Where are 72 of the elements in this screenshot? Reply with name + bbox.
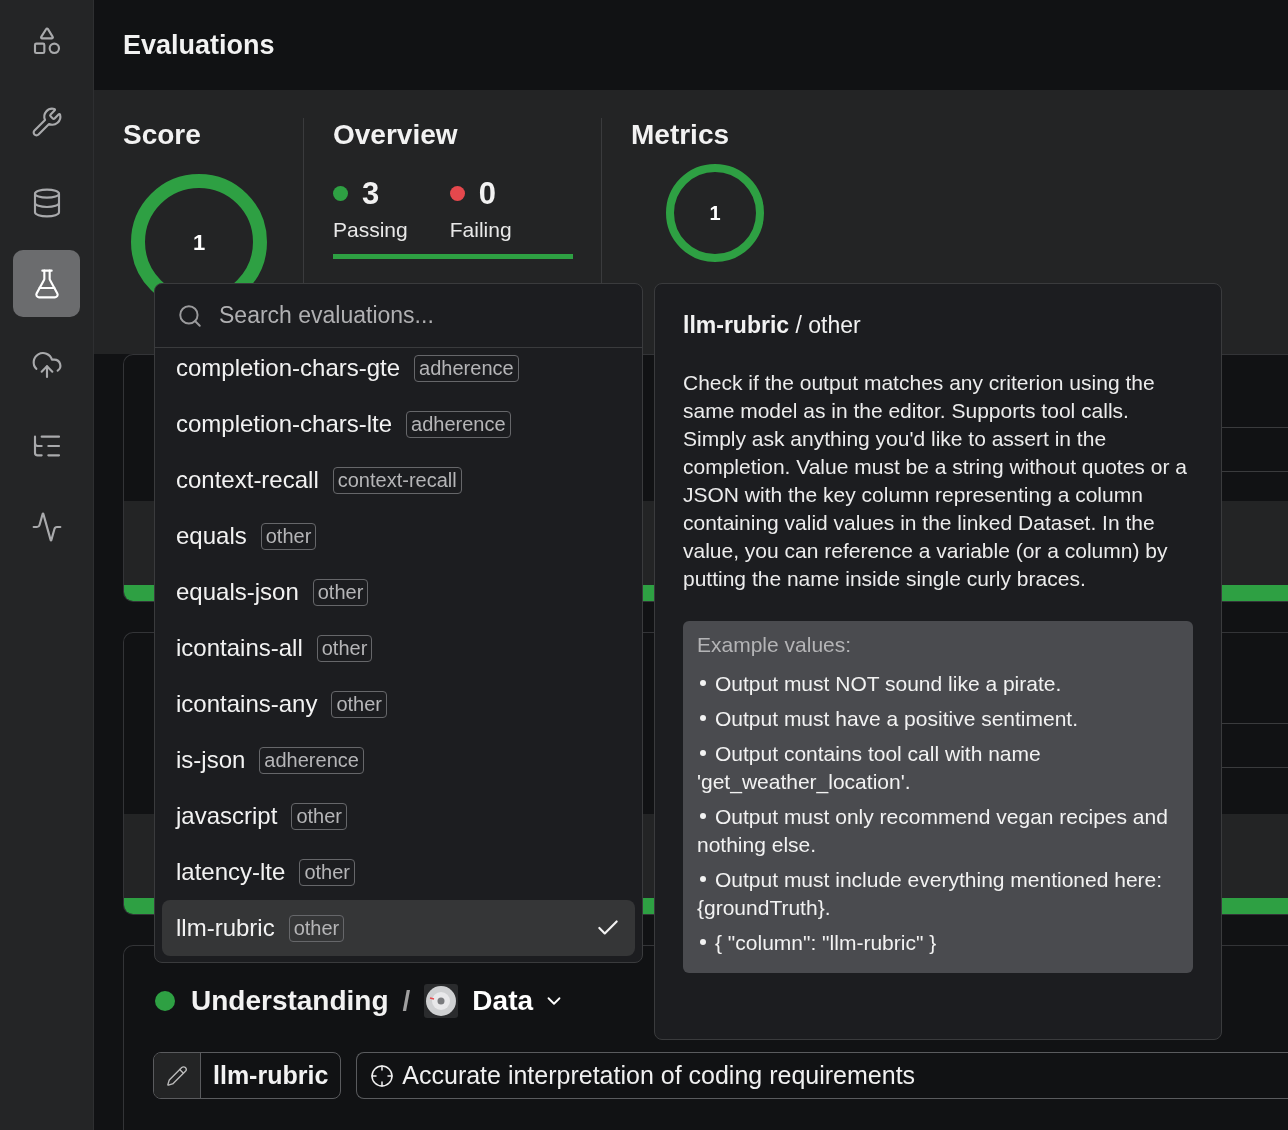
score-title: Score xyxy=(123,118,202,152)
evaluation-name: is-json xyxy=(176,746,246,774)
bullet-icon xyxy=(700,715,706,722)
evaluation-option[interactable]: context-recall context-recall xyxy=(162,452,635,508)
overview-title: Overview xyxy=(333,118,459,152)
category-tag: other xyxy=(291,802,347,830)
pencil-icon xyxy=(166,1064,188,1087)
evaluation-name: icontains-any xyxy=(176,690,318,718)
metrics-ring: 1 xyxy=(664,161,766,264)
evaluation-option[interactable]: completion-chars-lte adherence xyxy=(162,396,635,452)
category-tag: other xyxy=(299,858,355,886)
search-field[interactable]: Search evaluations... xyxy=(217,301,642,330)
evaluation-name: latency-lte xyxy=(176,858,286,886)
criterion-text: Accurate interpretation of coding requirements xyxy=(402,1061,916,1090)
example-item: Output must only recommend vegan recipes and nothing else. xyxy=(697,804,1169,858)
example-item: Output contains tool call with name 'get_weather_location'. xyxy=(697,741,1042,796)
stat-label: Passing xyxy=(333,217,408,242)
category-tag: other xyxy=(312,578,369,606)
example-item: Output must include everything mentioned here: {groundTruth}. xyxy=(697,867,1164,921)
example-item: { "column": "llm-rubric" } xyxy=(697,929,1179,957)
breadcrumb-separator: / xyxy=(402,985,411,1017)
stat-label: Failing xyxy=(449,217,512,242)
evaluation-option[interactable]: equals-json other xyxy=(162,564,635,620)
evaluation-name: javascript xyxy=(176,802,278,830)
stat-count: 0 xyxy=(478,175,496,212)
category-tag: adherence xyxy=(259,746,364,774)
bullet-icon xyxy=(700,939,706,946)
disc-icon xyxy=(424,984,459,1018)
criterion-field[interactable]: Accurate interpretation of coding requirements xyxy=(356,1052,1288,1099)
category-tag: other xyxy=(288,914,345,942)
evaluation-option[interactable]: icontains-all other xyxy=(162,620,635,676)
example-item: Output must NOT sound like a pirate. xyxy=(697,670,1179,698)
evaluation-name: completion-chars-gte xyxy=(176,354,401,382)
bullet-icon xyxy=(700,876,706,883)
stat-count: 3 xyxy=(362,175,380,212)
example-item: Output must have a positive sentiment. xyxy=(697,705,1179,733)
page-title: Evaluations xyxy=(123,29,275,61)
wrench-icon xyxy=(30,105,63,138)
evaluator-name: llm-rubric xyxy=(212,1060,330,1091)
category-tag: context-recall xyxy=(332,466,462,494)
category-tag: other xyxy=(331,690,387,718)
evaluation-name: completion-chars-lte xyxy=(176,410,393,438)
edit-button[interactable] xyxy=(154,1053,201,1098)
evaluation-option[interactable]: icontains-any other xyxy=(162,676,635,732)
search-icon xyxy=(177,302,203,329)
category-tag: adherence xyxy=(414,354,519,382)
examples-label: Example values: xyxy=(697,633,853,657)
bullet-icon xyxy=(700,680,706,687)
bullet-icon xyxy=(700,813,706,820)
category-tag: adherence xyxy=(406,410,511,438)
evaluation-name: icontains-all xyxy=(176,634,303,662)
category-tag: other xyxy=(260,522,317,550)
evaluation-name: llm-rubric xyxy=(176,914,275,942)
evaluation-name: equals-json xyxy=(176,578,299,606)
detail-title: llm-rubric / other xyxy=(683,312,862,339)
detail-description: Check if the output matches any criterion using the same model as in the editor. Supports tool calls. Simply ask anything you'd like to assert in the completion. Value must be a string without quotes or a JSON with the key column representing a column containing valid values in the linked Dataset. In the value, you can reference a variable (or a column) by putting the name inside single curly braces. xyxy=(683,370,1188,592)
evaluation-name: context-recall xyxy=(176,466,319,494)
crosshair-icon xyxy=(370,1063,395,1088)
group-title: Understanding xyxy=(191,985,389,1017)
dataset-dropdown[interactable]: Data xyxy=(472,985,566,1017)
evaluation-option[interactable]: is-json adherence xyxy=(162,732,635,788)
evaluation-option[interactable]: completion-chars-gte adherence xyxy=(162,348,635,396)
evaluation-option[interactable]: javascript other xyxy=(162,788,635,844)
evaluation-option[interactable]: equals other xyxy=(162,508,635,564)
evaluation-name: equals xyxy=(176,522,247,550)
bullet-icon xyxy=(700,750,706,757)
sidebar-item[interactable] xyxy=(13,250,80,317)
evaluation-option[interactable]: llm-rubric other xyxy=(162,900,635,956)
category-tag: other xyxy=(316,634,373,662)
metrics-title: Metrics xyxy=(631,118,731,152)
evaluation-option[interactable]: latency-lte other xyxy=(162,844,635,900)
pulse-icon xyxy=(30,510,63,543)
